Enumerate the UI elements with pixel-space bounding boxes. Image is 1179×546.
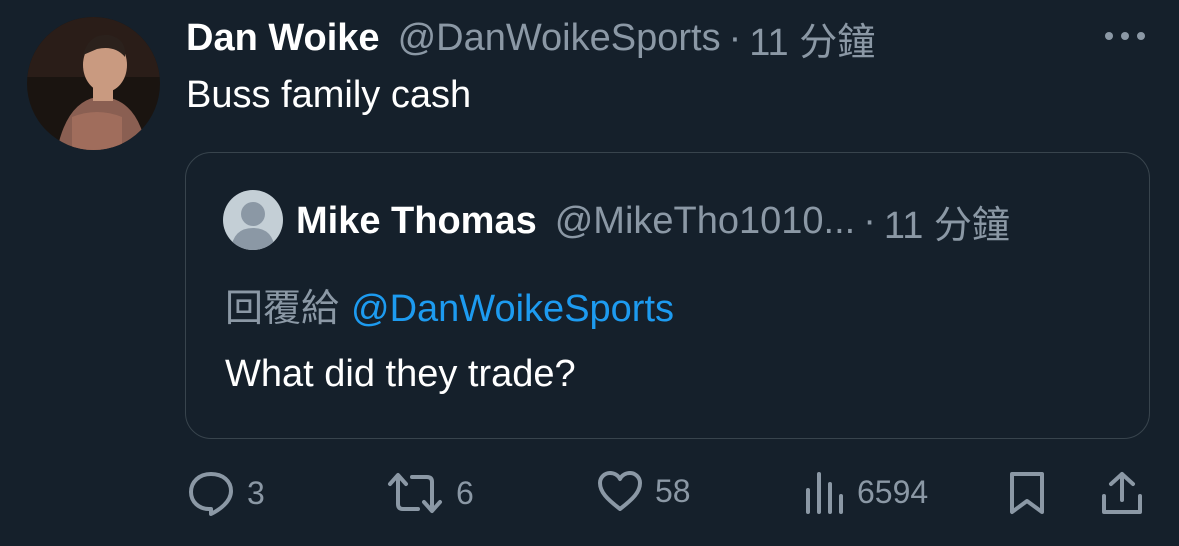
more-dots-icon[interactable] — [1100, 24, 1150, 48]
reply-button[interactable]: 3 — [187, 470, 265, 516]
share-button[interactable] — [1100, 470, 1144, 516]
quoted-author-avatar[interactable] — [223, 190, 283, 250]
views-icon — [806, 472, 843, 514]
reply-count: 3 — [247, 474, 265, 511]
author-name[interactable]: Dan Woike — [186, 17, 380, 60]
quoted-tweet[interactable]: Mike Thomas @MikeTho1010... · 11 分鐘 回覆給 @… — [185, 152, 1150, 439]
like-button[interactable]: 58 — [597, 470, 691, 512]
reply-to-label: 回覆給 — [225, 288, 340, 330]
quoted-author-name[interactable]: Mike Thomas — [296, 200, 537, 243]
reply-to-line: 回覆給 @DanWoikeSports — [225, 277, 674, 332]
tweet-text: Buss family cash — [186, 74, 472, 116]
views-button[interactable]: 6594 — [803, 470, 928, 514]
tweet-actions: 3 6 58 6594 — [0, 462, 1179, 522]
heart-icon — [598, 471, 642, 511]
like-count: 58 — [655, 472, 691, 509]
view-count: 6594 — [857, 473, 929, 510]
quoted-author-handle[interactable]: @MikeTho1010... — [555, 200, 856, 243]
quoted-tweet-text: What did they trade? — [225, 353, 576, 395]
reply-icon — [189, 472, 233, 516]
bookmark-button[interactable] — [1008, 470, 1046, 516]
quoted-tweet-timestamp[interactable]: 11 分鐘 — [884, 194, 1010, 249]
quoted-tweet-header: Mike Thomas @MikeTho1010... · 11 分鐘 — [296, 199, 1010, 247]
author-handle[interactable]: @DanWoikeSports — [398, 17, 721, 60]
retweet-button[interactable]: 6 — [386, 470, 474, 516]
tweet-timestamp[interactable]: 11 分鐘 — [749, 11, 875, 66]
retweet-icon — [388, 473, 442, 513]
bookmark-icon — [1010, 472, 1044, 514]
share-icon — [1102, 472, 1142, 514]
author-avatar[interactable] — [27, 17, 160, 150]
retweet-count: 6 — [456, 474, 474, 511]
separator-dot: · — [863, 199, 876, 242]
separator-dot: · — [728, 16, 742, 59]
reply-mention-link[interactable]: @DanWoikeSports — [351, 288, 674, 330]
tweet-header: Dan Woike @DanWoikeSports · 11 分鐘 — [186, 14, 875, 64]
